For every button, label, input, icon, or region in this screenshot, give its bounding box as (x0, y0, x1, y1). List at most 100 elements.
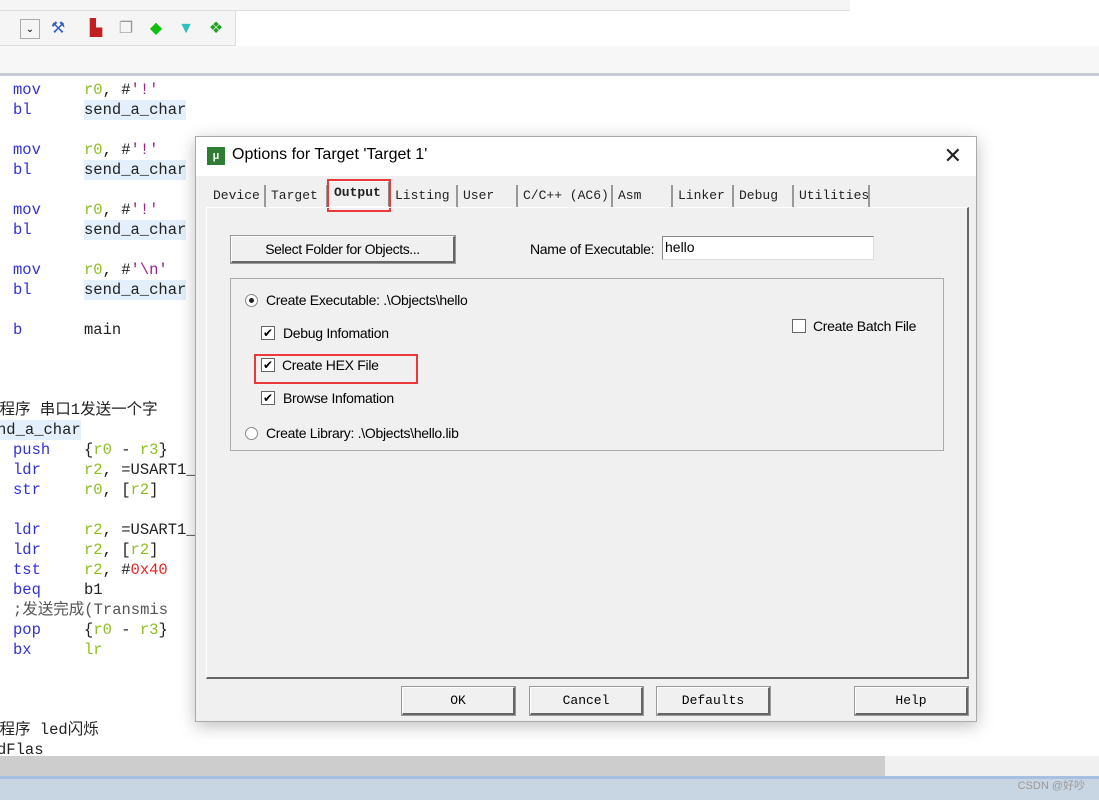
diamond-icon[interactable]: ◆ (146, 19, 166, 39)
code-comment: ;发送完成(Transmis (13, 601, 169, 619)
create-library-label: Create Library: .\Objects\hello.lib (266, 425, 459, 441)
create-batch-file-checkbox[interactable] (792, 319, 806, 333)
ok-button[interactable]: OK (401, 686, 516, 716)
mnemonic: mov (13, 201, 41, 219)
create-library-radio[interactable] (245, 427, 258, 440)
operand-token: r0 (84, 141, 103, 159)
cancel-button[interactable]: Cancel (529, 686, 644, 716)
code-label: nd_a_char (0, 420, 81, 440)
dialog-titlebar: μ Options for Target 'Target 1' ✕ (196, 137, 976, 176)
mnemonic: bl (13, 281, 32, 299)
code-line: mov r0, #'!' (0, 80, 400, 100)
watermark: CSDN @好吵 (1017, 780, 1085, 792)
operands: r0, [r2] (84, 480, 158, 500)
tab-debug[interactable]: Debug (734, 185, 794, 207)
operand-token: send_a_char (84, 101, 187, 119)
tab-linker[interactable]: Linker (673, 185, 734, 207)
operand-token: r3 (139, 441, 159, 459)
operand-token: send_a_char (84, 221, 187, 239)
mnemonic: ldr (13, 461, 41, 479)
scrollbar-thumb[interactable] (0, 756, 885, 776)
operand-token: lr (84, 641, 103, 659)
operands: r0, #'!' (84, 80, 158, 100)
tab-user[interactable]: User (458, 185, 518, 207)
operand-token: , [ (102, 481, 131, 499)
tab-utilities[interactable]: Utilities (794, 185, 870, 207)
load-icon[interactable]: ▙ (86, 19, 106, 39)
create-executable-radio[interactable] (245, 294, 258, 307)
operand-token: , # (102, 561, 131, 579)
mnemonic: ldr (13, 521, 41, 539)
operand-token: { (84, 441, 94, 459)
operand-token: r0 (84, 201, 103, 219)
code-line: bl send_a_char (0, 100, 400, 120)
operands: send_a_char (84, 100, 187, 120)
dropdown-arrow-icon[interactable]: ⌄ (20, 19, 40, 39)
operand-token: main (84, 321, 122, 339)
horizontal-scrollbar[interactable] (0, 756, 1099, 776)
operands: r2, [r2] (84, 540, 158, 560)
browse-information-label: Browse Infomation (283, 390, 394, 406)
highlight-box-create-hex (254, 354, 418, 384)
debug-information-checkbox[interactable]: ✔ (261, 326, 275, 340)
operand-token: { (84, 621, 94, 639)
top-toolbar (0, 0, 850, 11)
operands: r0, #'\n' (84, 260, 168, 280)
secondary-toolbar: ⌄ ⚒ ▙ ❐ ◆ ▼ ❖ (0, 11, 236, 46)
operands: b1 (84, 580, 103, 600)
windows-icon[interactable]: ❐ (116, 19, 136, 39)
tab-c-c-ac6-[interactable]: C/C++ (AC6) (518, 185, 613, 207)
help-button[interactable]: Help (854, 686, 969, 716)
operand-token: , # (102, 261, 131, 279)
code-label: 子程序 led闪烁 (0, 721, 99, 739)
multi-diamond-icon[interactable]: ❖ (206, 19, 226, 39)
operand-token: , # (102, 81, 131, 99)
keil-logo-icon: μ (207, 147, 225, 165)
operand-token: , # (102, 141, 131, 159)
tab-device[interactable]: Device (208, 185, 266, 207)
select-folder-button[interactable]: Select Folder for Objects... (230, 235, 456, 264)
operands: main (84, 320, 121, 340)
operand-token: ] (149, 541, 159, 559)
defaults-button[interactable]: Defaults (656, 686, 771, 716)
code-line: 子程序 led闪烁 (0, 720, 400, 740)
mnemonic: bl (13, 161, 32, 179)
operand-token: , =USART1_ (102, 521, 196, 539)
options-dialog: μ Options for Target 'Target 1' ✕ Device… (195, 136, 977, 722)
mnemonic: mov (13, 141, 41, 159)
operand-token: r0 (93, 441, 112, 459)
operand-token: r2 (84, 521, 103, 539)
operand-token: r2 (84, 541, 103, 559)
browse-information-checkbox[interactable]: ✔ (261, 391, 275, 405)
operand-token: '!' (130, 201, 159, 219)
create-executable-label: Create Executable: .\Objects\hello (266, 292, 468, 308)
tab-listing[interactable]: Listing (390, 185, 458, 207)
mnemonic: bx (13, 641, 32, 659)
mnemonic: mov (13, 81, 41, 99)
operand-token: send_a_char (84, 281, 187, 299)
operand-token: r3 (139, 621, 159, 639)
operand-token: send_a_char (84, 161, 187, 179)
debug-information-label: Debug Infomation (283, 325, 389, 341)
operand-token: , # (102, 201, 131, 219)
operands: r0, #'!' (84, 140, 158, 160)
tab-target[interactable]: Target (266, 185, 328, 207)
wizard-icon[interactable]: ⚒ (48, 19, 68, 39)
mnemonic: bl (13, 221, 32, 239)
operand-token: '!' (130, 141, 159, 159)
operands: r0, #'!' (84, 200, 158, 220)
operand-token: , [ (102, 541, 131, 559)
operand-token: r2 (130, 481, 150, 499)
mnemonic: bl (13, 101, 32, 119)
funnel-icon[interactable]: ▼ (176, 19, 196, 39)
operands: r2, =USART1_ (84, 520, 196, 540)
dialog-title: Options for Target 'Target 1' (232, 146, 428, 163)
mnemonic: mov (13, 261, 41, 279)
tab-asm[interactable]: Asm (613, 185, 673, 207)
close-icon[interactable]: ✕ (944, 143, 962, 169)
operand-token: ] (149, 481, 159, 499)
operand-token: '\n' (130, 261, 168, 279)
name-of-executable-input[interactable]: hello (662, 236, 874, 260)
operand-token: r2 (130, 541, 150, 559)
operand-token: r0 (84, 81, 103, 99)
